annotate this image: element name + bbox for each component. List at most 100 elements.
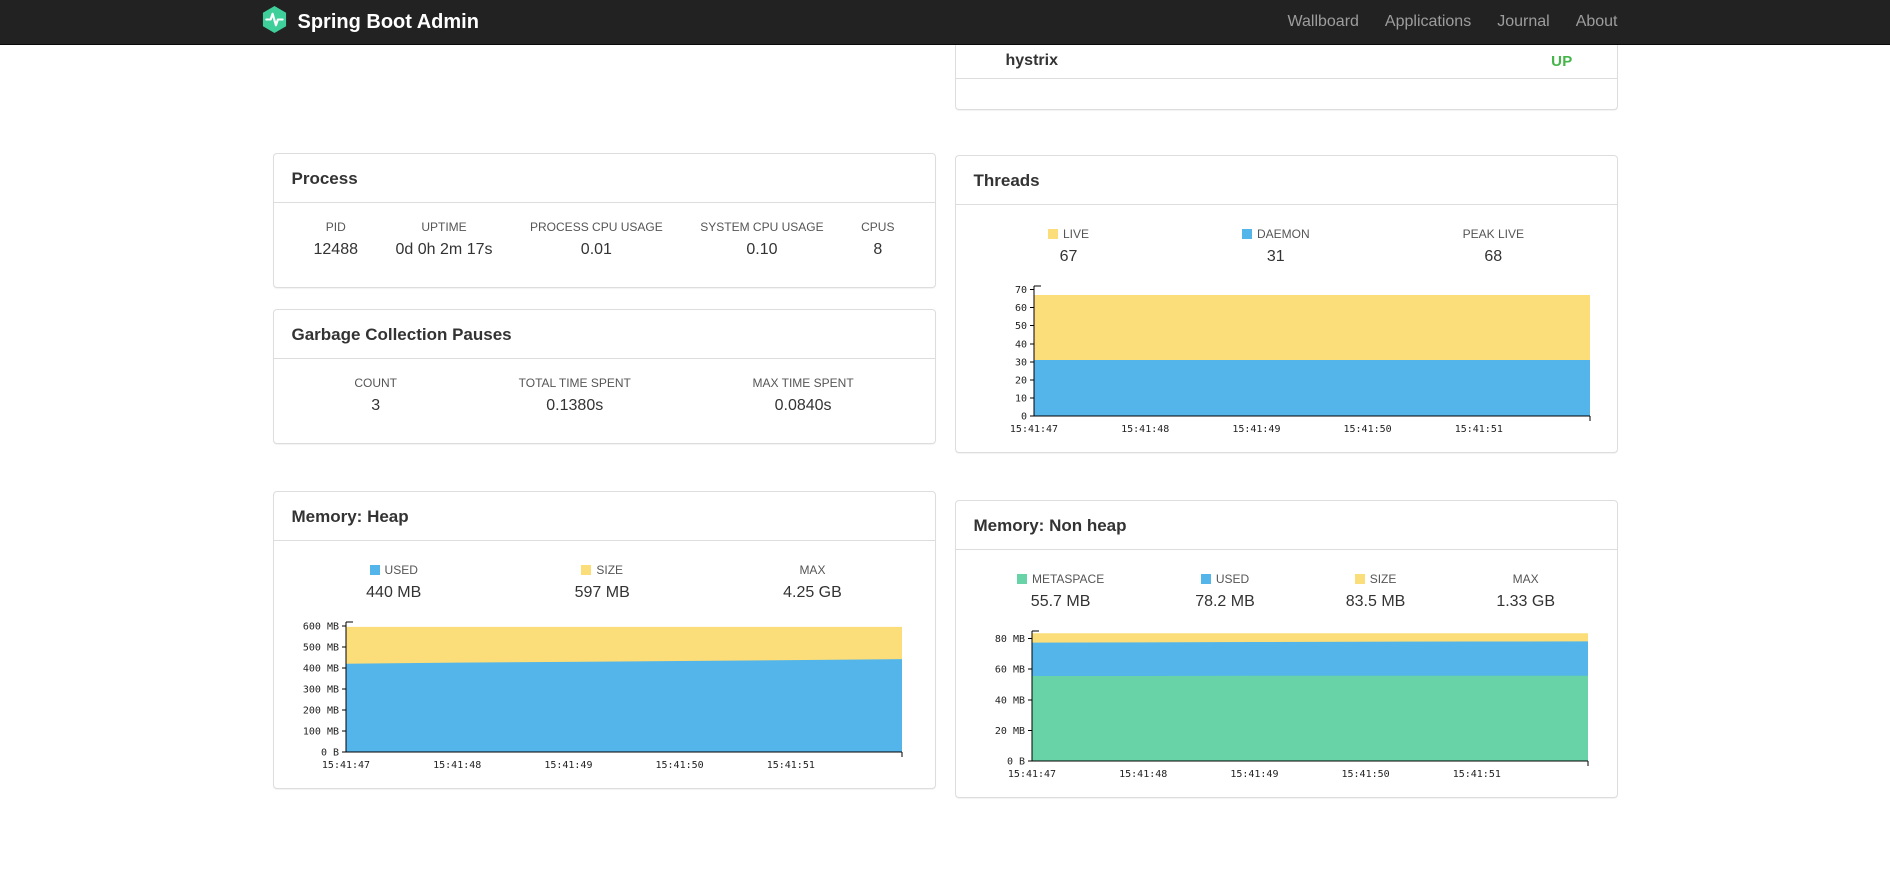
legend-label: MAX xyxy=(1512,572,1539,586)
svg-text:10: 10 xyxy=(1014,393,1026,404)
stat-value: 8 xyxy=(873,241,883,258)
stat-value: 0.0840s xyxy=(774,397,832,414)
stat-label: PID xyxy=(325,220,346,234)
svg-text:50: 50 xyxy=(1014,321,1026,332)
legend-used: USED 440 MB xyxy=(366,563,421,602)
gc-card-title: Garbage Collection Pauses xyxy=(291,325,512,344)
svg-text:15:41:49: 15:41:49 xyxy=(1232,424,1280,435)
legend-label: USED xyxy=(1195,572,1255,586)
legend-value: 4.25 GB xyxy=(783,584,842,601)
svg-text:100 MB: 100 MB xyxy=(302,727,338,738)
brand-logo-icon xyxy=(261,5,288,40)
threads-chart: 0 10 20 30 40 50 60 70 15:41:47 15:41:48 15:41:49 1… xyxy=(972,280,1601,440)
main-content: Process PID 12488 UPTIME 0d 0h 2m 17s PR… xyxy=(272,45,1618,798)
application-row[interactable]: hystrix UP xyxy=(955,45,1617,79)
legend-value: 440 MB xyxy=(366,584,422,601)
legend-metaspace: METASPACE 55.7 MB xyxy=(1016,572,1104,611)
svg-text:300 MB: 300 MB xyxy=(302,685,338,696)
memory-heap-chart: 0 B 100 MB 200 MB 300 MB 400 MB 500 MB 600 MB 1… xyxy=(290,616,919,776)
svg-text:20 MB: 20 MB xyxy=(994,726,1024,737)
svg-text:15:41:51: 15:41:51 xyxy=(1454,424,1502,435)
svg-text:200 MB: 200 MB xyxy=(302,706,338,717)
svg-text:15:41:50: 15:41:50 xyxy=(655,760,703,771)
stat-system-cpu-usage: SYSTEM CPU USAGE 0.10 xyxy=(700,220,823,259)
svg-text:60: 60 xyxy=(1014,303,1026,314)
legend-value: 68 xyxy=(1484,248,1503,265)
left-column: Process PID 12488 UPTIME 0d 0h 2m 17s PR… xyxy=(272,153,936,789)
memory-heap-body: USED 440 MB SIZE 597 MB MAX 4.25 GB 0 B1… xyxy=(274,541,935,788)
memory-heap-legend: USED 440 MB SIZE 597 MB MAX 4.25 GB xyxy=(290,563,919,602)
svg-text:0 B: 0 B xyxy=(320,748,338,759)
legend-swatch xyxy=(1047,229,1058,239)
process-card-heading: Process xyxy=(273,154,935,203)
stat-label: MAX TIME SPENT xyxy=(752,376,854,390)
legend-size: SIZE 597 MB xyxy=(575,563,630,602)
legend-swatch xyxy=(369,565,380,575)
svg-text:15:41:47: 15:41:47 xyxy=(321,760,369,771)
legend-value: 83.5 MB xyxy=(1345,593,1406,610)
process-card-title: Process xyxy=(291,169,358,188)
right-column: hystrix UP Threads LIVE 67 DAEMON 31 PEA… xyxy=(954,45,1618,798)
svg-text:40 MB: 40 MB xyxy=(994,695,1024,706)
threads-body: LIVE 67 DAEMON 31 PEAK LIVE 68 0 10 20 30 40… xyxy=(956,205,1617,452)
legend-daemon: DAEMON 31 xyxy=(1241,227,1310,266)
svg-text:30: 30 xyxy=(1014,357,1026,368)
svg-text:15:41:49: 15:41:49 xyxy=(544,760,592,771)
stat-uptime: UPTIME 0d 0h 2m 17s xyxy=(396,220,493,259)
stat-value: 0.1380s xyxy=(546,397,604,414)
svg-text:500 MB: 500 MB xyxy=(302,643,338,654)
stat-value: 0.10 xyxy=(746,241,778,258)
stat-value: 0.01 xyxy=(580,241,612,258)
nav-item-journal[interactable]: Journal xyxy=(1484,13,1562,31)
application-name: hystrix xyxy=(1005,52,1058,69)
application-status-card: hystrix UP xyxy=(954,45,1618,110)
legend-label: USED xyxy=(366,563,421,577)
legend-value: 1.33 GB xyxy=(1496,593,1556,610)
legend-value: 55.7 MB xyxy=(1030,593,1091,610)
legend-used: USED 78.2 MB xyxy=(1195,572,1255,611)
svg-text:15:41:49: 15:41:49 xyxy=(1230,769,1278,780)
legend-max: MAX 4.25 GB xyxy=(783,563,842,602)
stat-value: 3 xyxy=(371,397,381,414)
svg-text:0 B: 0 B xyxy=(1006,757,1024,768)
top-navbar: Spring Boot Admin Wallboard Applications… xyxy=(0,0,1890,45)
svg-text:15:41:50: 15:41:50 xyxy=(1343,424,1391,435)
threads-card-heading: Threads xyxy=(955,156,1617,205)
gc-card: Garbage Collection Pauses COUNT 3 TOTAL … xyxy=(272,309,936,444)
legend-swatch xyxy=(1200,574,1211,584)
stat-cpus: CPUS 8 xyxy=(861,220,894,259)
svg-text:15:41:51: 15:41:51 xyxy=(766,760,814,771)
nav-item-about[interactable]: About xyxy=(1563,13,1618,31)
memory-nonheap-card-title: Memory: Non heap xyxy=(973,516,1127,535)
card-spacer xyxy=(956,79,1617,109)
legend-value: 67 xyxy=(1059,248,1078,265)
stat-label: COUNT xyxy=(354,376,397,390)
legend-peak-live: PEAK LIVE 68 xyxy=(1463,227,1524,266)
legend-live: LIVE 67 xyxy=(1047,227,1089,266)
stat-process-cpu-usage: PROCESS CPU USAGE 0.01 xyxy=(530,220,663,259)
svg-text:70: 70 xyxy=(1014,285,1026,296)
memory-heap-card-title: Memory: Heap xyxy=(291,507,409,526)
svg-text:80 MB: 80 MB xyxy=(994,634,1024,645)
stat-label: UPTIME xyxy=(421,220,467,234)
memory-nonheap-card: Memory: Non heap METASPACE 55.7 MB USED … xyxy=(954,500,1618,798)
legend-swatch xyxy=(581,565,592,575)
svg-text:15:41:47: 15:41:47 xyxy=(1009,424,1057,435)
memory-nonheap-legend: METASPACE 55.7 MB USED 78.2 MB SIZE 83.5… xyxy=(972,572,1601,611)
stat-label: SYSTEM CPU USAGE xyxy=(700,220,824,234)
memory-heap-card-heading: Memory: Heap xyxy=(273,492,935,541)
gc-stats: COUNT 3 TOTAL TIME SPENT 0.1380s MAX TIM… xyxy=(274,359,935,443)
stat-gc-max-time: MAX TIME SPENT 0.0840s xyxy=(753,376,854,415)
legend-swatch xyxy=(1241,229,1252,239)
svg-text:15:41:48: 15:41:48 xyxy=(433,760,481,771)
legend-label: METASPACE xyxy=(1016,572,1104,586)
stat-label: CPUS xyxy=(861,220,895,234)
process-card: Process PID 12488 UPTIME 0d 0h 2m 17s PR… xyxy=(272,153,936,288)
memory-nonheap-body: METASPACE 55.7 MB USED 78.2 MB SIZE 83.5… xyxy=(956,550,1617,797)
nav-item-wallboard[interactable]: Wallboard xyxy=(1274,13,1371,31)
legend-value: 31 xyxy=(1266,248,1285,265)
stat-gc-total-time: TOTAL TIME SPENT 0.1380s xyxy=(519,376,631,415)
nav-item-applications[interactable]: Applications xyxy=(1372,13,1484,31)
svg-text:0: 0 xyxy=(1020,412,1026,423)
brand-link[interactable]: Spring Boot Admin xyxy=(261,5,479,40)
